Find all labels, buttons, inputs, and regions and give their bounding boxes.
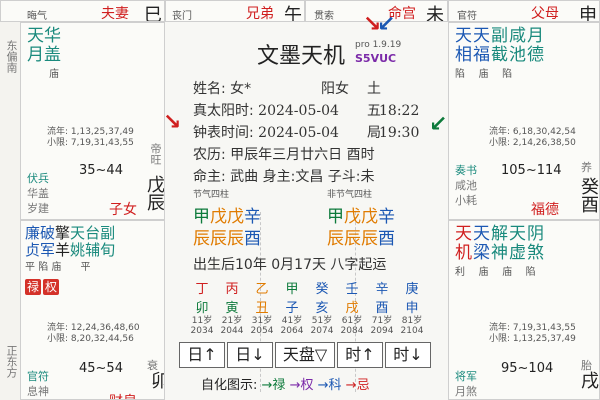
lower-left-small-limit: 小限: 8,20,32,44,56 xyxy=(47,334,134,344)
legend-ke: →科 xyxy=(317,378,342,393)
zinv-small-limit: 小限: 7,19,31,43,55 xyxy=(47,138,134,148)
lower-left-flow-year: 流年: 12,24,36,48,60 xyxy=(47,323,140,333)
dayun-item[interactable]: 壬戌 61岁 2084 xyxy=(337,278,367,336)
clock-time: 19:30 xyxy=(379,125,420,141)
quan-badge: 权 xyxy=(43,279,60,295)
top-left-branch: 巳 xyxy=(144,5,162,22)
fude-stars: 天天副咸月 相福截池德 陷 庙 陷 xyxy=(455,26,545,81)
fude-flow-year: 流年: 6,18,30,42,54 xyxy=(489,127,576,137)
app-code: S5VUC xyxy=(355,52,397,65)
lower-right-small-limit: 小限: 1,13,25,37,49 xyxy=(489,334,576,344)
day-down-button[interactable]: 日↓ xyxy=(227,342,273,368)
top-cell-far-right[interactable]: 官符 父母 申 xyxy=(448,0,600,22)
zinv-palace: 子女 xyxy=(109,202,137,218)
lower-right-branch: 甲戌 xyxy=(578,371,599,389)
lower-right-age-range: 95~104 xyxy=(501,361,554,376)
fude-age-range: 105~114 xyxy=(501,163,562,178)
ziwei-chart: 晦气 夫妻 巳 丧门 兄弟 午 贯索 命宫 未 官符 父母 申 东偏南 正东方 … xyxy=(0,0,600,400)
sky-chart-button[interactable]: 天盘▽ xyxy=(275,342,335,368)
lower-right-gods: 将军 月煞 xyxy=(455,370,477,398)
fude-life-stage: 养 xyxy=(581,161,592,174)
app-version: pro 1.9.19 xyxy=(355,40,402,50)
app-title: 文墨天机 xyxy=(257,44,346,69)
zinv-gods: 伏兵 华盖 岁建 xyxy=(27,172,49,215)
top-far-right-branch: 申 xyxy=(579,5,597,22)
fude-palace: 福德 xyxy=(531,202,559,218)
lower-left-branch: 丁卯 xyxy=(148,371,165,389)
top-left-fragment: 晦气 xyxy=(27,11,47,22)
legend: 自化图示: →禄 →权 →科 →忌 xyxy=(201,374,370,393)
lower-left-stars: 廉破擎天台副 贞军羊姚辅旬 平 陷 庙 平 禄权 xyxy=(25,224,116,295)
info-block: 姓名: 女* 阳女 土五局 真太阳时: 2024-05-04 18:22 钟表时间:… xyxy=(193,78,419,188)
lu-badge: 禄 xyxy=(25,279,42,295)
legend-quan: →权 xyxy=(289,378,314,393)
non-jieqi-pillars: 甲戊戊辛 辰辰辰酉 xyxy=(327,207,395,249)
true-solar-time: 18:22 xyxy=(379,103,420,119)
zinv-life-stage: 帝旺 xyxy=(149,143,162,165)
fude-branch: 癸酉 xyxy=(578,177,599,213)
lunar-date: 农历: 甲辰年三月廿六日 酉时 xyxy=(193,147,375,163)
dayun-item[interactable]: 丙寅 21岁 2044 xyxy=(217,278,247,336)
arrow-icon: ↙ xyxy=(377,12,396,37)
top-cell-mid[interactable]: 丧门 兄弟 午 xyxy=(165,0,305,22)
lower-right-flow-year: 流年: 7,19,31,43,55 xyxy=(489,323,576,333)
dayun-item[interactable]: 丁卯 11岁 2034 xyxy=(187,278,217,336)
dayun-item[interactable]: 乙丑 31岁 2054 xyxy=(247,278,277,336)
hour-down-button[interactable]: 时↓ xyxy=(385,342,431,368)
top-far-right-fragment: 官符 xyxy=(457,11,477,22)
zinv-age-range: 35~44 xyxy=(79,163,123,178)
lower-left-age-range: 45~54 xyxy=(79,361,123,376)
legend-lu: →禄 xyxy=(261,378,286,393)
jieqi-pillars: 甲戊戊辛 辰辰辰酉 xyxy=(193,207,261,249)
direction-label-bottom: 正东方 xyxy=(5,345,18,378)
top-cell-left[interactable]: 晦气 夫妻 巳 xyxy=(0,0,165,22)
palace-cell-lower-left[interactable]: 廉破擎天台副 贞军羊姚辅旬 平 陷 庙 平 禄权 流年: 12,24,36,48… xyxy=(20,220,165,400)
legend-ji: →忌 xyxy=(345,378,370,393)
arrow-icon: ↘ xyxy=(163,110,182,135)
zinv-flow-year: 流年: 1,13,25,37,49 xyxy=(47,127,134,137)
palace-cell-fude[interactable]: 天天副咸月 相福截池德 陷 庙 陷 流年: 6,18,30,42,54 小限: … xyxy=(448,22,600,220)
true-solar-date: 2024-05-04 xyxy=(258,103,339,119)
legend-label: 自化图示: xyxy=(201,378,258,393)
top-right-branch: 未 xyxy=(426,5,444,22)
clock-label: 钟表时间: xyxy=(193,125,254,141)
qiyun-info: 出生后10年 0月17天 八字起运 xyxy=(193,257,387,273)
hour-up-button[interactable]: 时↑ xyxy=(337,342,383,368)
non-jieqi-label: 非节气四柱 xyxy=(327,190,373,200)
ming-shen-zhu: 命主: 武曲 身主:文昌 子斗:未 xyxy=(193,169,375,185)
dayun-item[interactable]: 癸亥 51岁 2074 xyxy=(307,278,337,336)
arrow-icon: ↙ xyxy=(429,112,448,137)
name-label: 姓名: 女* xyxy=(193,81,252,97)
lower-left-gods: 官符 息神 xyxy=(27,370,49,398)
gender-yang: 阳女 xyxy=(321,81,349,97)
dayun-item[interactable]: 辛酉 71岁 2094 xyxy=(367,278,397,336)
fude-small-limit: 小限: 2,14,26,38,50 xyxy=(489,138,576,148)
zinv-stars: 天华 月盖 庙 xyxy=(27,26,61,81)
top-mid-palace: 兄弟 xyxy=(246,6,274,22)
top-mid-branch: 午 xyxy=(284,5,302,22)
jieqi-label: 节气四柱 xyxy=(193,190,230,200)
lower-right-stars: 天天解天阴 机梁神虚煞 利 庙 庙 陷 xyxy=(455,224,545,279)
zinv-branch: 戊辰 xyxy=(144,175,165,211)
day-up-button[interactable]: 日↑ xyxy=(179,342,225,368)
dayun-row: 丁卯 11岁 2034 丙寅 21岁 2044 乙丑 31岁 2054 甲子 41岁 2064 … xyxy=(187,278,427,336)
palace-cell-lower-right[interactable]: 天天解天阴 机梁神虚煞 利 庙 庙 陷 流年: 7,19,31,43,55 小限… xyxy=(448,220,600,400)
true-solar-label: 真太阳时: xyxy=(193,103,254,119)
dayun-item[interactable]: 甲子 41岁 2064 xyxy=(277,278,307,336)
top-mid-fragment: 丧门 xyxy=(172,11,192,22)
dayun-item[interactable]: 庚申 81岁 2104 xyxy=(397,278,427,336)
top-right-fragment: 贯索 xyxy=(314,11,334,22)
center-panel: 文墨天机 pro 1.9.19 S5VUC ↘ ↙ ↘ ↙ 姓名: 女* 阳女 土五… xyxy=(163,14,448,400)
top-left-palace: 夫妻 xyxy=(101,6,129,22)
lower-left-palace: 财帛 xyxy=(109,391,137,399)
fude-gods: 奏书 咸池 小耗 xyxy=(455,164,477,207)
clock-date: 2024-05-04 xyxy=(258,125,339,141)
direction-label-top: 东偏南 xyxy=(5,40,18,73)
palace-cell-zinv[interactable]: 天华 月盖 庙 流年: 1,13,25,37,49 小限: 7,19,31,43… xyxy=(20,22,165,220)
top-far-right-palace: 父母 xyxy=(531,6,559,22)
